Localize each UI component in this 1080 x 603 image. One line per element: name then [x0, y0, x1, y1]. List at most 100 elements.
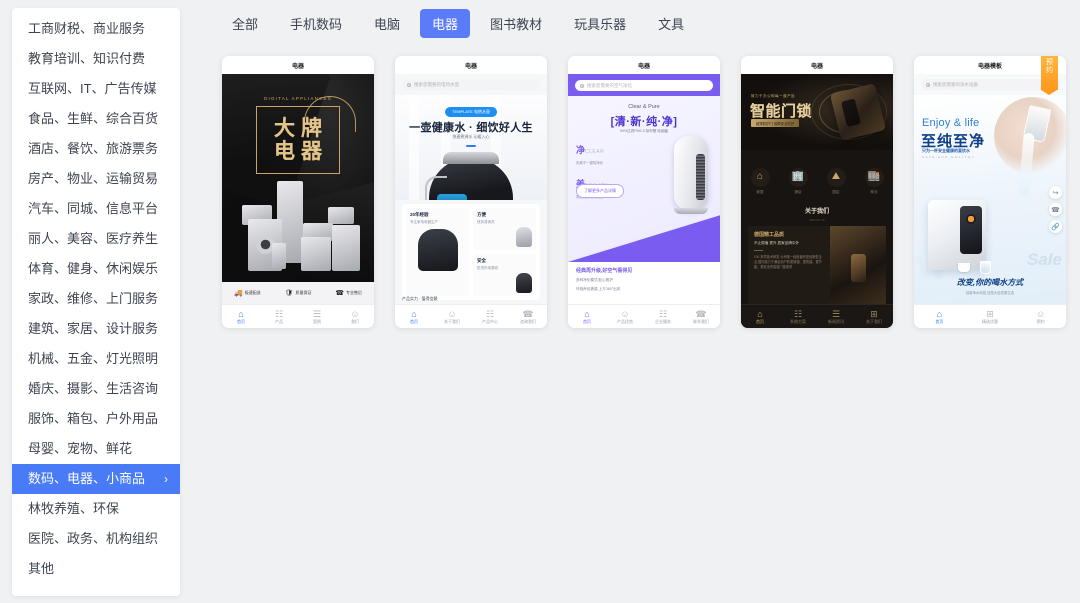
sidebar-item[interactable]: 体育、健身、休闲娱乐	[12, 254, 180, 284]
tabbar-icon: ☷	[658, 308, 668, 319]
sidebar-item[interactable]: 家政、维修、上门服务	[12, 284, 180, 314]
sidebar-item[interactable]: 丽人、美容、医疗养生	[12, 224, 180, 254]
hero-subtitle-en: SAFE AND HEALTHY	[922, 155, 976, 159]
sidebar-item[interactable]: 食品、生鲜、综合百货	[12, 104, 180, 134]
tab-3[interactable]: 电器	[420, 8, 471, 38]
search-bar[interactable]: 搜索您需要的空气净化	[575, 80, 713, 91]
tabbar-icon: ⊞	[870, 308, 878, 319]
tabbar-item[interactable]: ☷ 系统方案	[779, 309, 817, 325]
ribbon-char: 约	[1046, 67, 1053, 74]
feature-item: 净CLEAR 负离子一键除净化	[576, 140, 636, 165]
tabbar-item[interactable]: ⌂ 首页	[395, 309, 433, 325]
section-line: 环绕声包裹感,上方360°出风	[576, 287, 621, 291]
hero-cta: 改变,你的喝水方式	[956, 278, 1024, 287]
scene-icon-label: 园区	[832, 189, 840, 194]
share-icon[interactable]: ↪	[1049, 186, 1062, 199]
tabbar-item[interactable]: ⊞ 关于我们	[855, 309, 893, 325]
search-bar[interactable]: 搜索您需要的电热水壶	[402, 79, 540, 90]
tabbar-item[interactable]: ⌂ 首页	[914, 309, 965, 325]
preview-body: 搜索您需要的空气净化 Clear & Pure [清·新·纯·净] 99%过滤P…	[568, 74, 720, 328]
scene-icon-item[interactable]: 🏬 商业	[855, 167, 893, 195]
sidebar-item[interactable]: 房产、物业、运输贸易	[12, 164, 180, 194]
template-card[interactable]: 电器 搜索您需要的电热水壶 TEMPLATE 电热水壶 一壶健康水 · 细饮好人…	[395, 56, 547, 328]
sidebar-item[interactable]: 教育培训、知识付费	[12, 44, 180, 74]
hero-cta-sub: 创新净水科技 还您大自然原生态	[965, 291, 1015, 295]
sidebar-item[interactable]: 酒店、餐饮、旅游票务	[12, 134, 180, 164]
phone-tabbar: ⌂ 首页 ☺ 产品优势 ☷ 企业服务 ☎ 联系我们	[568, 304, 720, 328]
scene-icon-item[interactable]: ⌂ 家居	[741, 167, 779, 195]
sidebar-item[interactable]: 母婴、宠物、鲜花	[12, 434, 180, 464]
oven-illustration	[301, 237, 331, 271]
feature-desc: 防烫伤电源线	[477, 266, 498, 270]
feature-cell[interactable]: 20年经验 专注家电电器生产	[406, 208, 469, 296]
sidebar-item[interactable]: 建筑、家居、设计服务	[12, 314, 180, 344]
feature-cell[interactable]: 方便 快拆易清洗	[473, 208, 536, 250]
hero-banner: W Sale Enjoy & life 至纯至净 只为一杯安全健康的直饮水 SA…	[914, 95, 1066, 304]
template-card[interactable]: 预约 电器模板 搜索您需要的净水设备 W Sale	[914, 56, 1066, 328]
tabbar-item[interactable]: ☺ 预约	[1015, 309, 1066, 325]
phone-icon[interactable]: ☎	[1049, 203, 1062, 216]
sidebar-item[interactable]: 数码、电器、小商品 ›	[12, 464, 180, 494]
tabbar-item[interactable]: ☺ 我们	[336, 309, 374, 325]
sidebar-item[interactable]: 其他	[12, 554, 180, 584]
hero-title-line1: 大牌	[268, 117, 328, 140]
learn-more-button[interactable]: 了解更多产品详情	[576, 184, 624, 198]
sidebar-item-label: 服饰、箱包、户外用品	[28, 411, 159, 426]
tabbar-item[interactable]: ☰ 新闻资讯	[817, 309, 855, 325]
tabbar-item[interactable]: ⊞ 精选优惠	[965, 309, 1016, 325]
tabbar-item[interactable]: ☰ 案例	[298, 309, 336, 325]
tabbar-item[interactable]: ☷ 产品	[260, 309, 298, 325]
tabbar-icon: ☎	[695, 308, 707, 319]
sidebar-item[interactable]: 互联网、IT、广告传媒	[12, 74, 180, 104]
sidebar-item-label: 母婴、宠物、鲜花	[28, 441, 133, 456]
tab-0[interactable]: 全部	[220, 9, 270, 38]
tabbar-item[interactable]: ☺ 产品优势	[606, 309, 644, 325]
tab-5[interactable]: 玩具乐器	[562, 9, 638, 38]
template-card[interactable]: 电器 DIGITAL APPLIANCES 大牌 电器 🚚 极速配送 🛡 质量保…	[222, 56, 374, 328]
sidebar-item[interactable]: 医院、政务、机构组织	[12, 524, 180, 554]
tab-2[interactable]: 电脑	[362, 9, 412, 38]
tabbar-label: 系统方案	[790, 318, 806, 324]
sidebar-item-label: 数码、电器、小商品	[28, 471, 146, 486]
scene-icon-item[interactable]: ⛰ 园区	[817, 167, 855, 195]
preview-body: 搜索您需要的净水设备 W Sale Enjoy & life 至纯至净 只为一杯…	[914, 74, 1066, 328]
sidebar-item[interactable]: 林牧养殖、环保	[12, 494, 180, 524]
sidebar-item[interactable]: 机械、五金、灯光照明	[12, 344, 180, 374]
sidebar-item[interactable]: 婚庆、摄影、生活咨询	[12, 374, 180, 404]
tab-4[interactable]: 图书教材	[478, 9, 554, 38]
tabbar-label: 联系我们	[693, 318, 709, 324]
preview-body: 搜索您需要的电热水壶 TEMPLATE 电热水壶 一壶健康水 · 细饮好人生 快…	[395, 74, 547, 328]
link-icon[interactable]: 🔗	[1049, 220, 1062, 233]
tabbar-label: 首页	[410, 318, 418, 324]
search-placeholder: 搜索您需要的电热水壶	[414, 81, 459, 87]
tab-6[interactable]: 文具	[646, 9, 696, 38]
card-title: 电器	[741, 56, 893, 74]
tabbar-icon: ⊞	[986, 308, 994, 319]
shield-icon: 🛡	[284, 289, 294, 297]
feature-cell[interactable]: 安全 防烫伤电源线	[473, 254, 536, 296]
tabbar-item[interactable]: ⌂ 首页	[741, 309, 779, 325]
tabbar-item[interactable]: ⌂ 首页	[568, 309, 606, 325]
template-card[interactable]: 电器 致力于办公和每一道产品 智能门锁 超薄防护门 保障安全防护 ⌂ 家居 🏢 酒店 ⛰…	[741, 56, 893, 328]
card-preview: 搜索您需要的空气净化 Clear & Pure [清·新·纯·净] 99%过滤P…	[568, 74, 720, 328]
sidebar-item-label: 酒店、餐饮、旅游票务	[28, 141, 159, 156]
panel-paragraph: 100 多项技术研发 公司唯一经营者即是创新型企业,国内致力于满足用户的更便捷、…	[754, 254, 822, 269]
search-bar[interactable]: 搜索您需要的净水设备	[921, 79, 1059, 90]
scene-icon-item[interactable]: 🏢 酒店	[779, 167, 817, 195]
sidebar-item[interactable]: 工商财税、商业服务	[12, 14, 180, 44]
tabbar-item[interactable]: ☺ 关于我们	[433, 309, 471, 325]
tabbar-item[interactable]: ☎ 联系我们	[682, 309, 720, 325]
tab-1[interactable]: 手机数码	[278, 9, 354, 38]
tabbar-item[interactable]: ☷ 产品中心	[471, 309, 509, 325]
tabbar-label: 首页	[935, 318, 944, 324]
tabbar-item[interactable]: ☎ 咨询我们	[509, 309, 547, 325]
tabbar-item[interactable]: ☷ 企业服务	[644, 309, 682, 325]
sidebar-item[interactable]: 汽车、同城、信息平台	[12, 194, 180, 224]
feature-grid: 20年经验 专注家电电器生产 方便 快拆易清洗 安全 防烫伤电源线	[402, 204, 540, 300]
card-preview: 搜索您需要的净水设备 W Sale Enjoy & life 至纯至净 只为一杯…	[914, 74, 1066, 328]
phone-tabbar: ⌂ 首页 ☷ 产品 ☰ 案例 ☺ 我们	[222, 304, 374, 328]
tabbar-item[interactable]: ⌂ 首页	[222, 309, 260, 325]
tabbar-label: 首页	[583, 318, 591, 324]
template-card[interactable]: 电器 搜索您需要的空气净化 Clear & Pure [清·新·纯·净] 99%…	[568, 56, 720, 328]
sidebar-item[interactable]: 服饰、箱包、户外用品	[12, 404, 180, 434]
